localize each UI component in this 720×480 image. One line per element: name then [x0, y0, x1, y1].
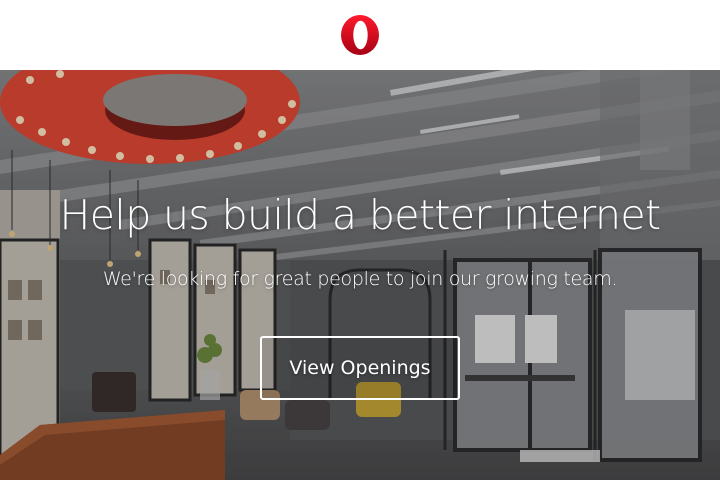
hero-subtitle: We're looking for great people to join o…	[102, 268, 618, 290]
opera-logo-link[interactable]	[340, 15, 380, 55]
opera-logo-icon	[341, 15, 379, 55]
hero-title: Help us build a better internet	[59, 191, 662, 239]
top-bar	[0, 0, 720, 70]
view-openings-button[interactable]: View Openings	[260, 336, 460, 400]
hero-section: Help us build a better internet We're lo…	[0, 70, 720, 480]
hero-content: Help us build a better internet We're lo…	[0, 70, 720, 480]
